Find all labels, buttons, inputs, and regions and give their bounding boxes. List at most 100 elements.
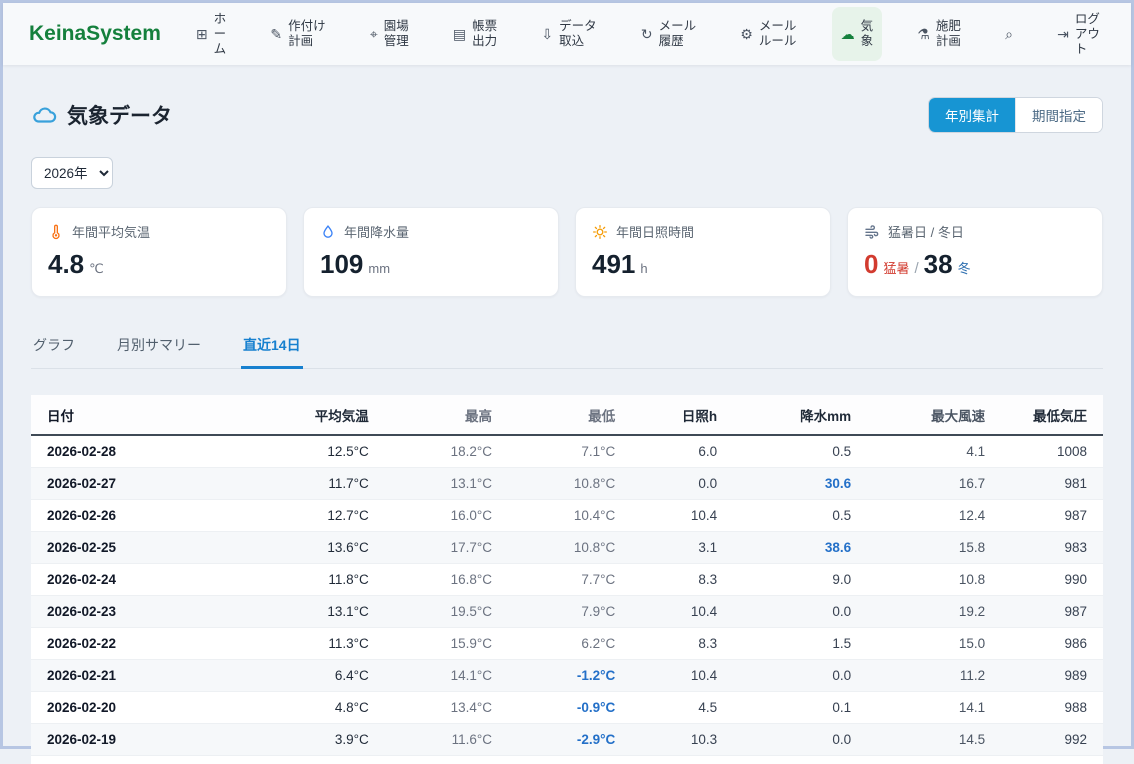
cell-sun: 8.3 (631, 628, 733, 660)
cell-min: 7.1°C (508, 435, 631, 468)
cell-rain: 0.5 (733, 500, 867, 532)
nav-item-weather[interactable]: ☁気 象 (832, 7, 883, 61)
app-logo[interactable]: KeinaSystem (29, 22, 161, 46)
cell-min: 10.8°C (508, 468, 631, 500)
cell-date: 2026-02-19 (31, 724, 267, 756)
nav-item-mail-rules[interactable]: ⚙メール ルール (731, 7, 805, 61)
app-header: KeinaSystem ⊞ホ ー ム ✎作付け 計画 ⌖園場 管理 ▤ 帳票 出力 ⇩デー… (3, 3, 1131, 65)
flask-icon: ⚗ (917, 27, 930, 41)
nav-item-label: 園場 管理 (384, 19, 409, 49)
cell-pressure: 1008 (1001, 435, 1103, 468)
cell-min: -2.9°C (508, 724, 631, 756)
nav-item-report-output[interactable]: ▤ 帳票 出力 (444, 7, 506, 61)
cell-sun: 10.4 (631, 596, 733, 628)
cell-rain: 0.1 (733, 692, 867, 724)
cell-max: 17.7°C (385, 532, 508, 564)
tab-monthly-summary[interactable]: 月別サマリー (115, 325, 203, 369)
cell-pressure: 987 (1001, 500, 1103, 532)
nav-item-logout[interactable]: ⇥ログ アウ ト (1048, 7, 1109, 61)
wind-icon (864, 224, 880, 240)
cell-pressure: 989 (1001, 660, 1103, 692)
cell-sun: 10.4 (631, 500, 733, 532)
cell-min: 10.8°C (508, 532, 631, 564)
table-body: 2026-02-2812.5°C18.2°C7.1°C6.00.54.11008… (31, 435, 1103, 756)
cell-max: 19.5°C (385, 596, 508, 628)
cell-max: 16.0°C (385, 500, 508, 532)
table-row: 2026-02-2313.1°C19.5°C7.9°C10.40.019.298… (31, 596, 1103, 628)
cell-rain: 30.6 (733, 468, 867, 500)
cell-pressure: 987 (1001, 596, 1103, 628)
column-header-wind: 最大風速 (867, 395, 1001, 435)
nav-item-data-import[interactable]: ⇩データ 取込 (532, 7, 605, 61)
download-icon: ⇩ (541, 27, 553, 41)
period-select-button[interactable]: 期間指定 (1015, 98, 1102, 132)
year-select[interactable]: 2026年 (31, 157, 113, 189)
logout-icon: ⇥ (1057, 27, 1069, 41)
card-extreme-days: 猛暑日 / 冬日 0 猛暑 / 38 冬 (847, 207, 1103, 297)
cell-avg: 11.3°C (267, 628, 385, 660)
content-tabs: グラフ 月別サマリー 直近14日 (31, 325, 1103, 369)
cell-sun: 10.4 (631, 660, 733, 692)
table-head: 日付平均気温最高最低日照h降水mm最大風速最低気圧 (31, 395, 1103, 435)
nav-item-mail-history[interactable]: ↻メール 履歴 (632, 7, 705, 61)
cell-avg: 12.7°C (267, 500, 385, 532)
nav-item-label: メール 履歴 (659, 19, 697, 49)
cell-max: 13.4°C (385, 692, 508, 724)
cell-sun: 4.5 (631, 692, 733, 724)
card-value: 491 (592, 249, 635, 280)
home-icon: ⊞ (196, 27, 208, 41)
table-row: 2026-02-2812.5°C18.2°C7.1°C6.00.54.11008 (31, 435, 1103, 468)
cell-wind: 15.8 (867, 532, 1001, 564)
column-header-rain: 降水mm (733, 395, 867, 435)
cell-date: 2026-02-28 (31, 435, 267, 468)
nav-item-label: 帳票 出力 (472, 19, 497, 49)
cell-date: 2026-02-23 (31, 596, 267, 628)
nav-item-home[interactable]: ⊞ホ ー ム (187, 7, 235, 61)
nav-item-planting-plan[interactable]: ✎作付け 計画 (261, 7, 334, 61)
card-precipitation: 年間降水量 109 mm (303, 207, 559, 297)
cell-min: -1.2°C (508, 660, 631, 692)
tab-last-14-days[interactable]: 直近14日 (241, 325, 303, 369)
nav-item-label: 気 象 (861, 19, 874, 49)
yearly-summary-button[interactable]: 年別集計 (929, 98, 1015, 132)
cell-wind: 15.0 (867, 628, 1001, 660)
tab-graph[interactable]: グラフ (31, 325, 77, 369)
column-header-date: 日付 (31, 395, 267, 435)
cell-pressure: 981 (1001, 468, 1103, 500)
cell-max: 11.6°C (385, 724, 508, 756)
gear-icon: ⚙ (740, 27, 753, 41)
stat-cards: 年間平均気温 4.8 ℃ 年間降水量 109 mm (31, 207, 1103, 297)
cell-sun: 3.1 (631, 532, 733, 564)
nav-item-fertilizer[interactable]: ⚗ 施肥 計画 (908, 7, 970, 61)
cell-avg: 12.5°C (267, 435, 385, 468)
cell-avg: 11.8°C (267, 564, 385, 596)
cell-date: 2026-02-21 (31, 660, 267, 692)
cell-wind: 4.1 (867, 435, 1001, 468)
document-icon: ▤ (453, 27, 466, 41)
cell-avg: 6.4°C (267, 660, 385, 692)
card-unit: h (640, 261, 647, 276)
search-icon: ⌕ (1005, 27, 1013, 41)
cell-sun: 6.0 (631, 435, 733, 468)
cell-wind: 14.5 (867, 724, 1001, 756)
cell-date: 2026-02-26 (31, 500, 267, 532)
cell-rain: 1.5 (733, 628, 867, 660)
cell-wind: 19.2 (867, 596, 1001, 628)
column-header-pressure: 最低気圧 (1001, 395, 1103, 435)
cell-sun: 8.3 (631, 564, 733, 596)
nav-item-search[interactable]: ⌕ (996, 7, 1022, 61)
nav-item-label: 施肥 計画 (936, 19, 961, 49)
table-row: 2026-02-2211.3°C15.9°C6.2°C8.31.515.0986 (31, 628, 1103, 660)
cell-date: 2026-02-20 (31, 692, 267, 724)
cell-rain: 9.0 (733, 564, 867, 596)
weather-table-container: 日付平均気温最高最低日照h降水mm最大風速最低気圧 2026-02-2812.5… (31, 395, 1103, 764)
column-header-sun: 日照h (631, 395, 733, 435)
cell-rain: 0.0 (733, 660, 867, 692)
table-row: 2026-02-2513.6°C17.7°C10.8°C3.138.615.89… (31, 532, 1103, 564)
nav-item-field-mgmt[interactable]: ⌖園場 管理 (361, 7, 418, 61)
card-value: 109 (320, 249, 363, 280)
sun-icon (592, 224, 608, 240)
cell-max: 14.1°C (385, 660, 508, 692)
column-header-min: 最低 (508, 395, 631, 435)
cell-min: -0.9°C (508, 692, 631, 724)
